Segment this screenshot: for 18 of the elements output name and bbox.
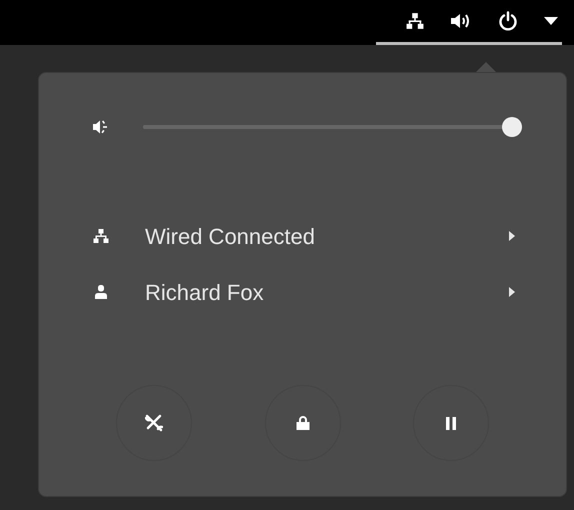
user-icon: [93, 284, 109, 300]
pause-icon: [445, 416, 457, 430]
menu-item[interactable]: Wired Connected: [39, 217, 566, 255]
settings-button[interactable]: [116, 385, 192, 461]
volume-slider[interactable]: [143, 117, 522, 137]
network-icon: [406, 12, 424, 30]
menu-item[interactable]: Richard Fox: [39, 273, 566, 311]
tools-icon: [145, 414, 163, 432]
network-icon: [93, 228, 109, 244]
lock-button[interactable]: [264, 385, 340, 461]
power-icon: [498, 11, 518, 31]
slider-handle[interactable]: [502, 117, 522, 137]
lock-icon: [294, 415, 310, 431]
submenu-arrow-icon: [508, 287, 516, 297]
volume-icon: [450, 12, 472, 30]
speaker-icon: [93, 119, 109, 135]
dropdown-caret-icon: [544, 17, 558, 25]
submenu-arrow-icon: [508, 231, 516, 241]
